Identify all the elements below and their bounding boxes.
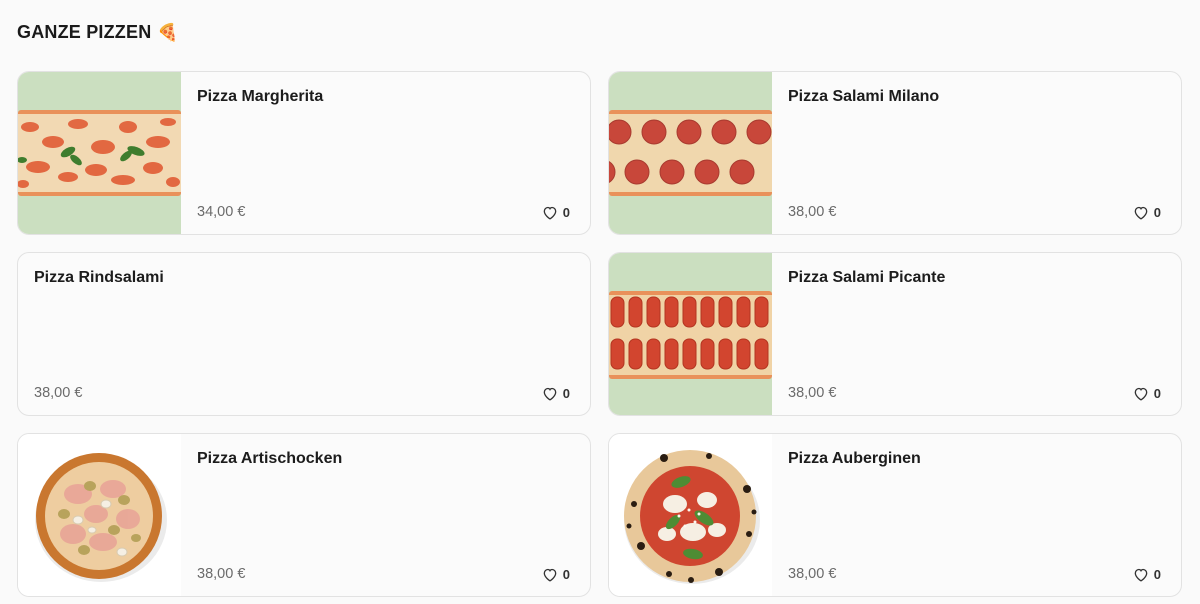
like-count: 0: [562, 205, 570, 220]
product-name: Pizza Auberginen: [788, 450, 921, 467]
section-title: GANZE PIZZEN 🍕: [17, 22, 179, 43]
product-card[interactable]: Pizza Salami Milano 38,00 € 0: [608, 71, 1182, 235]
product-name: Pizza Salami Milano: [788, 88, 940, 105]
product-price: 38,00 €: [788, 385, 837, 401]
heart-icon: [543, 568, 557, 582]
heart-icon: [1134, 206, 1148, 220]
product-price: 38,00 €: [197, 566, 246, 582]
like-button[interactable]: 0: [542, 205, 570, 220]
heart-icon: [1134, 387, 1148, 401]
product-image: [18, 72, 181, 234]
product-card[interactable]: Pizza Auberginen 38,00 € 0: [608, 433, 1182, 597]
like-count: 0: [562, 567, 570, 582]
heart-icon: [1134, 568, 1148, 582]
like-button[interactable]: 0: [542, 567, 570, 582]
like-button[interactable]: 0: [1133, 205, 1161, 220]
product-name: Pizza Margherita: [197, 88, 324, 105]
like-button[interactable]: 0: [542, 386, 570, 401]
product-name: Pizza Salami Picante: [788, 269, 946, 286]
product-image: [609, 253, 772, 415]
product-price: 38,00 €: [788, 566, 837, 582]
product-card[interactable]: Pizza Rindsalami 38,00 € 0: [17, 252, 591, 416]
like-count: 0: [1153, 386, 1161, 401]
product-card[interactable]: Pizza Artischocken 38,00 € 0: [17, 433, 591, 597]
like-count: 0: [562, 386, 570, 401]
like-count: 0: [1153, 205, 1161, 220]
like-button[interactable]: 0: [1133, 386, 1161, 401]
product-price: 38,00 €: [34, 385, 83, 401]
product-grid: Pizza Margherita 34,00 € 0 Pizza Salami …: [17, 71, 1182, 597]
like-button[interactable]: 0: [1133, 567, 1161, 582]
product-price: 34,00 €: [197, 204, 246, 220]
pizza-emoji-icon: 🍕: [157, 22, 179, 42]
product-image: [18, 434, 181, 596]
product-card[interactable]: Pizza Margherita 34,00 € 0: [17, 71, 591, 235]
product-card[interactable]: Pizza Salami Picante 38,00 € 0: [608, 252, 1182, 416]
section-title-text: GANZE PIZZEN: [17, 22, 152, 42]
product-price: 38,00 €: [788, 204, 837, 220]
heart-icon: [543, 387, 557, 401]
product-name: Pizza Artischocken: [197, 450, 343, 467]
product-name: Pizza Rindsalami: [34, 269, 164, 286]
like-count: 0: [1153, 567, 1161, 582]
product-image: [609, 72, 772, 234]
product-image: [609, 434, 772, 596]
heart-icon: [543, 206, 557, 220]
